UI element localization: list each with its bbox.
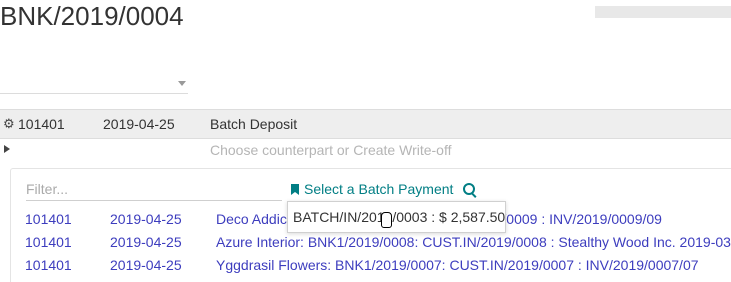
gear-icon[interactable]: ⚙ — [3, 116, 15, 132]
counterpart-placeholder[interactable]: Choose counterpart or Create Write-off — [210, 142, 452, 158]
batch-payment-option[interactable]: BATCH/IN/2019/0003 : $ 2,587.50 — [287, 201, 506, 233]
batch-link-label: Select a Batch Payment — [304, 181, 454, 197]
statement-line-date: 2019-04-25 — [103, 116, 175, 132]
partner-select[interactable] — [0, 75, 188, 94]
move-line-ref: 101401 — [25, 234, 72, 250]
bookmark-icon — [291, 184, 299, 195]
table-row[interactable]: 101401 2019-04-25 Yggdrasil Flowers: BNK… — [0, 257, 731, 279]
move-line-ref: 101401 — [25, 211, 72, 227]
page-title: BNK/2019/0004 — [0, 1, 184, 31]
hand-pointer-icon — [381, 212, 392, 228]
counterpart-row[interactable]: Choose counterpart or Create Write-off — [0, 139, 731, 161]
move-line-date: 2019-04-25 — [110, 211, 182, 227]
caret-right-icon[interactable] — [4, 145, 10, 153]
move-line-date: 2019-04-25 — [110, 257, 182, 273]
statement-line-ref: 101401 — [18, 116, 65, 132]
chevron-down-icon[interactable] — [178, 81, 186, 86]
progress-placeholder-bar — [595, 6, 731, 18]
move-line-date: 2019-04-25 — [110, 234, 182, 250]
move-line-label: Yggdrasil Flowers: BNK1/2019/0007: CUST.… — [216, 257, 699, 273]
statement-line[interactable]: ⚙ 101401 2019-04-25 Batch Deposit — [0, 109, 731, 139]
statement-line-label: Batch Deposit — [210, 116, 298, 132]
batch-payment-option-label: BATCH/IN/2019/0003 : $ 2,587.50 — [293, 209, 506, 225]
search-icon[interactable] — [463, 183, 475, 195]
move-line-ref: 101401 — [25, 257, 72, 273]
move-line-label: Azure Interior: BNK1/2019/0008: CUST.IN/… — [216, 234, 731, 250]
table-row[interactable]: 101401 2019-04-25 Azure Interior: BNK1/2… — [0, 234, 731, 256]
filter-placeholder: Filter... — [26, 181, 69, 197]
select-batch-payment-link[interactable]: Select a Batch Payment — [291, 181, 453, 197]
filter-input[interactable]: Filter... — [26, 180, 282, 201]
